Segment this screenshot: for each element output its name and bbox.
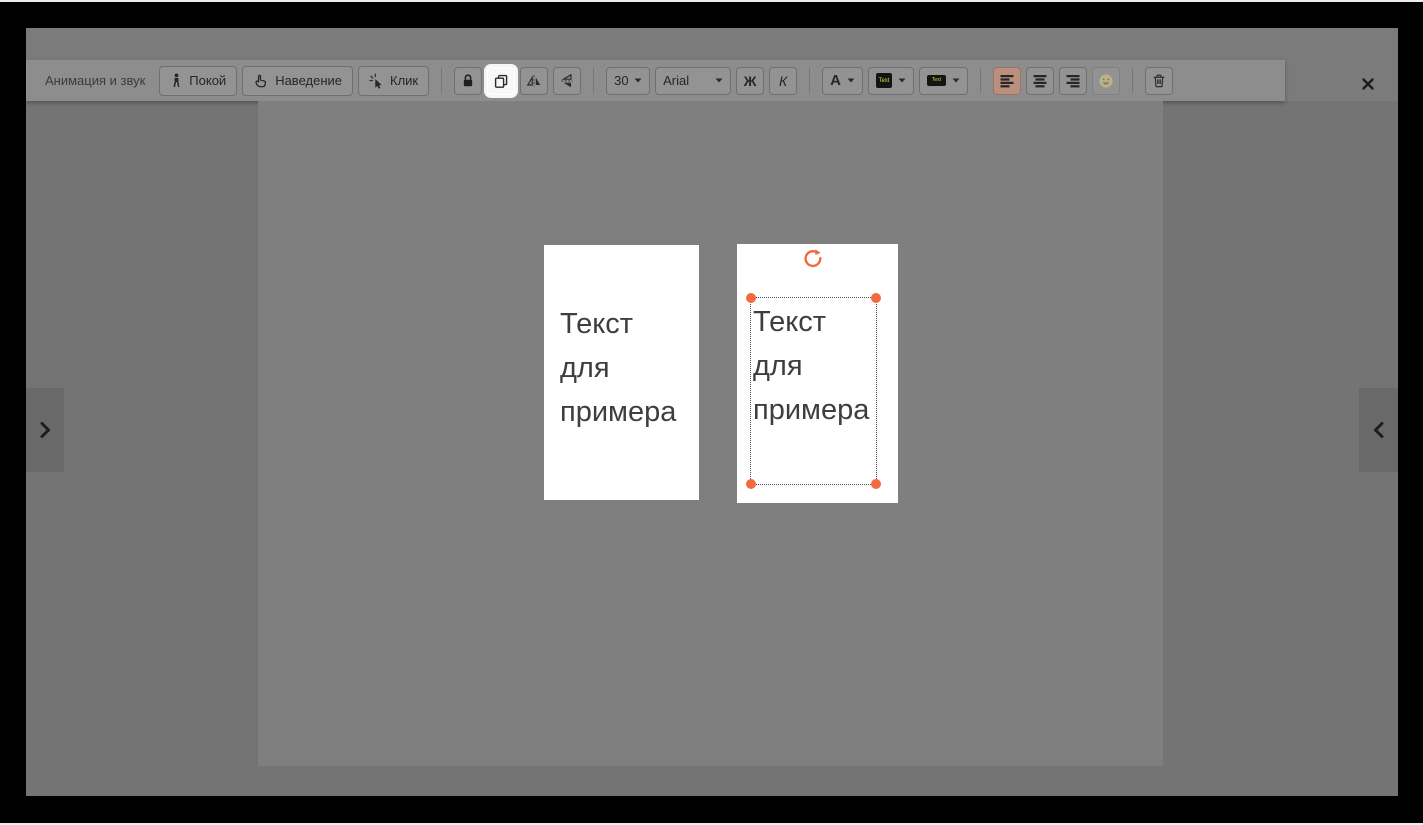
align-left-icon (999, 74, 1015, 88)
flip-horizontal-icon (526, 73, 542, 89)
flip-vertical-button[interactable] (553, 67, 581, 95)
align-center-button[interactable] (1026, 67, 1054, 95)
toolbar-separator (980, 68, 981, 93)
caret-down-icon (952, 78, 960, 83)
trash-icon (1151, 73, 1167, 89)
rotate-handle-icon[interactable] (802, 248, 824, 270)
lock-button[interactable] (454, 67, 482, 95)
state-button-hover-label: Наведение (275, 73, 342, 88)
selection-handle[interactable] (871, 293, 881, 303)
caret-down-icon (847, 78, 855, 83)
toolbar-separator (1132, 68, 1133, 93)
font-size-select[interactable]: 30 (606, 67, 650, 95)
toolbar-separator (593, 68, 594, 93)
card-text: Текст для примера (560, 302, 676, 434)
delete-button[interactable] (1145, 67, 1173, 95)
screen-top-edge (0, 0, 1423, 2)
flip-horizontal-button[interactable] (520, 67, 548, 95)
font-family-value: Arial (663, 73, 689, 88)
block-bg-swatch-icon: Text (927, 75, 946, 86)
state-button-click-label: Клик (390, 73, 418, 88)
panel-title: Анимация и звук (45, 73, 145, 88)
toolbar-separator (441, 68, 442, 93)
align-right-icon (1065, 74, 1081, 88)
font-size-value: 30 (614, 73, 628, 88)
flip-vertical-icon (559, 73, 575, 89)
duplicate-button[interactable] (487, 67, 515, 95)
block-background-button[interactable]: Text (919, 67, 968, 95)
align-right-button[interactable] (1059, 67, 1087, 95)
emoji-button[interactable] (1092, 67, 1120, 95)
person-icon (170, 73, 183, 88)
duplicate-icon (493, 73, 509, 89)
close-icon (1361, 77, 1375, 91)
click-cursor-icon (369, 73, 384, 89)
selection-handle[interactable] (871, 479, 881, 489)
caret-down-icon (898, 78, 906, 83)
italic-label: К (779, 73, 787, 89)
right-panel-toggle[interactable] (1359, 388, 1398, 472)
editor-window: Анимация и звук Покой Наведение (26, 28, 1398, 796)
selection-handle[interactable] (746, 293, 756, 303)
align-left-button[interactable] (993, 67, 1021, 95)
slide-canvas (258, 101, 1163, 766)
chevron-right-icon (38, 421, 52, 439)
toolbar-separator (809, 68, 810, 93)
state-button-idle[interactable]: Покой (159, 66, 237, 96)
text-color-button[interactable]: A (822, 67, 863, 95)
animation-toolbar: Анимация и звук Покой Наведение (26, 60, 1285, 101)
font-family-select[interactable]: Arial (655, 67, 731, 95)
state-button-click[interactable]: Клик (358, 66, 429, 96)
state-button-idle-label: Покой (189, 73, 226, 88)
bold-label: Ж (744, 73, 757, 89)
hand-pointer-icon (253, 73, 269, 89)
bold-button[interactable]: Ж (736, 67, 764, 95)
emoji-icon (1098, 73, 1114, 89)
text-card[interactable]: Текст для примера (544, 245, 699, 500)
italic-button[interactable]: К (769, 67, 797, 95)
caret-down-icon (634, 78, 642, 83)
selection-rect[interactable] (750, 297, 877, 485)
close-button[interactable] (1354, 70, 1382, 98)
align-center-icon (1032, 74, 1048, 88)
text-card-selected[interactable]: Текст для примера (737, 244, 898, 503)
text-bg-swatch-icon: Text (876, 73, 892, 88)
text-color-icon: A (830, 73, 841, 88)
chevron-left-icon (1372, 421, 1386, 439)
lock-icon (460, 73, 476, 89)
selection-handle[interactable] (746, 479, 756, 489)
text-background-button[interactable]: Text (868, 67, 914, 95)
left-panel-toggle[interactable] (26, 388, 64, 472)
state-button-hover[interactable]: Наведение (242, 66, 353, 96)
caret-down-icon (715, 78, 723, 83)
